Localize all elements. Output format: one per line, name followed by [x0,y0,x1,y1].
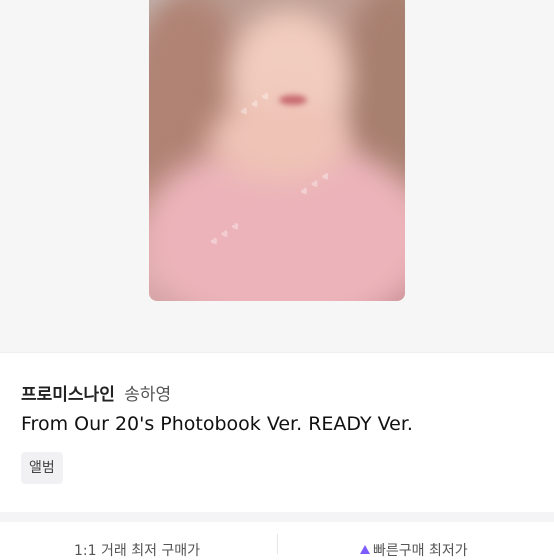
product-title: From Our 20's Photobook Ver. READY Ver. [21,413,413,435]
group-name[interactable]: 프로미스나인 [21,385,115,405]
product-image-area: ♥ ♥ ♥ ♥ ♥ ♥ ♥ ♥ ♥ [0,0,554,352]
product-photo[interactable]: ♥ ♥ ♥ ♥ ♥ ♥ ♥ ♥ ♥ [149,0,405,301]
quick-buy-lowest-price-tab[interactable]: 빠른구매 최저가 [360,540,468,560]
member-name[interactable]: 송하영 [124,385,171,405]
section-divider [0,512,554,522]
one-on-one-lowest-price-tab[interactable]: 1:1 거래 최저 구매가 [74,540,200,560]
lightning-icon [360,545,370,554]
category-tag[interactable]: 앨범 [21,452,63,484]
artist-line: 프로미스나인 송하영 [21,384,171,406]
divider [0,352,554,353]
tab-divider [277,534,278,554]
quick-buy-label: 빠른구매 최저가 [373,543,468,559]
